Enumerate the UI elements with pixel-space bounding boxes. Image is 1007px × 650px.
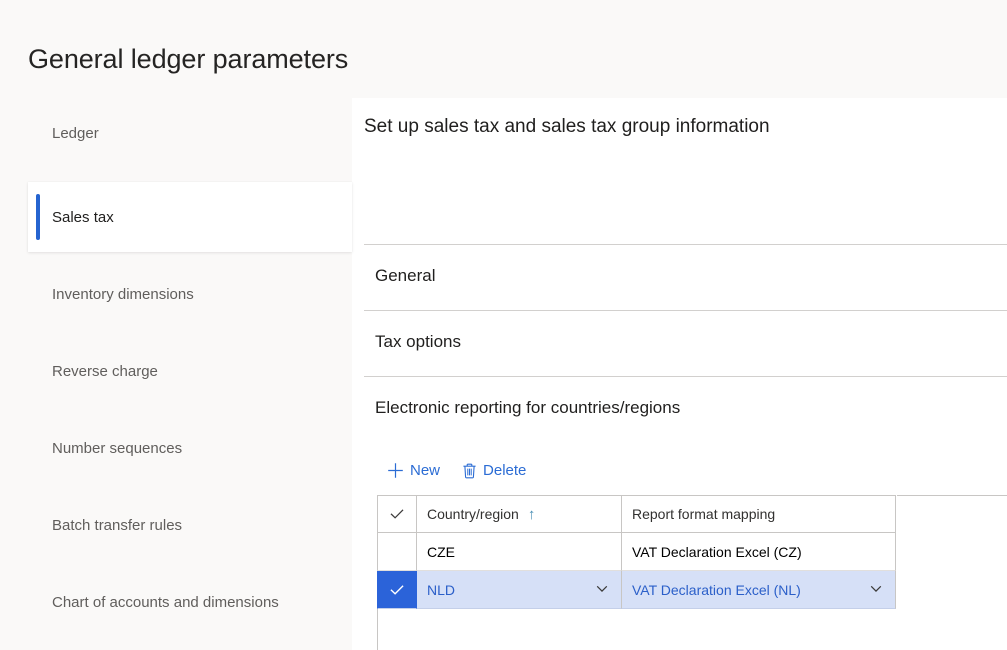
sidebar-item-label: Inventory dimensions <box>52 285 194 303</box>
page-title: General ledger parameters <box>28 44 349 74</box>
sidebar-item-label: Chart of accounts and dimensions <box>52 593 279 611</box>
main-panel: Set up sales tax and sales tax group inf… <box>352 98 1007 650</box>
sidebar-item-chart-of-accounts-and-dimensions[interactable]: Chart of accounts and dimensions <box>28 567 352 637</box>
grid-column-header-label: Report format mapping <box>632 506 776 522</box>
cell-report-format-mapping[interactable]: VAT Declaration Excel (CZ) <box>622 533 896 571</box>
row-checkbox[interactable] <box>377 533 417 571</box>
checkmark-icon <box>389 506 405 522</box>
section-tax-options[interactable]: Tax options <box>364 310 1007 376</box>
grid-body-left-edge <box>377 609 379 650</box>
chevron-down-icon[interactable] <box>595 581 609 598</box>
selected-accent-bar <box>36 194 40 240</box>
trash-icon <box>462 463 477 479</box>
table-row[interactable]: NLD VAT Declaration Excel (NL) <box>377 571 897 609</box>
cell-value: VAT Declaration Excel (NL) <box>632 581 801 598</box>
chevron-down-icon[interactable] <box>869 581 883 598</box>
sidebar-item-label: Sales tax <box>52 208 114 226</box>
grid-column-header-label: Country/region <box>427 506 519 522</box>
sidebar: Ledger Sales tax Inventory dimensions Re… <box>0 98 352 650</box>
section-general[interactable]: General <box>364 244 1007 310</box>
delete-button[interactable]: Delete <box>462 462 526 479</box>
grid-toolbar: New Delete <box>387 462 526 479</box>
select-all-checkbox[interactable] <box>377 495 417 533</box>
sort-ascending-icon: ↑ <box>527 505 536 523</box>
new-button[interactable]: New <box>387 462 440 479</box>
plus-icon <box>387 462 404 479</box>
grid-header-row: Country/region ↑ Report format mapping <box>377 495 897 533</box>
table-row[interactable]: CZE VAT Declaration Excel (CZ) <box>377 533 897 571</box>
electronic-reporting-grid: Country/region ↑ Report format mapping C… <box>377 495 897 609</box>
delete-button-label: Delete <box>483 462 527 479</box>
general-ledger-parameters-page: General ledger parameters Ledger Sales t… <box>0 0 1007 650</box>
row-checkbox[interactable] <box>377 571 417 609</box>
checkmark-icon <box>389 582 405 598</box>
sidebar-item-ledger[interactable]: Ledger <box>28 98 352 168</box>
section-electronic-reporting-title: Electronic reporting for countries/regio… <box>375 398 681 417</box>
main-panel-title: Set up sales tax and sales tax group inf… <box>364 116 770 137</box>
sidebar-item-sales-tax[interactable]: Sales tax <box>28 182 352 252</box>
cell-country-region[interactable]: NLD <box>417 571 622 609</box>
section-general-title: General <box>375 266 436 285</box>
cell-country-region[interactable]: CZE <box>417 533 622 571</box>
sidebar-item-label: Batch transfer rules <box>52 516 183 534</box>
cell-value: VAT Declaration Excel (CZ) <box>632 543 802 560</box>
sidebar-item-reverse-charge[interactable]: Reverse charge <box>28 336 352 406</box>
new-button-label: New <box>410 462 441 479</box>
grid-column-header-report-format-mapping[interactable]: Report format mapping <box>622 495 896 533</box>
section-electronic-reporting: Electronic reporting for countries/regio… <box>364 376 1007 650</box>
cell-report-format-mapping[interactable]: VAT Declaration Excel (NL) <box>622 571 896 609</box>
sidebar-item-number-sequences[interactable]: Number sequences <box>28 413 352 483</box>
sidebar-item-label: Reverse charge <box>52 362 158 380</box>
sidebar-item-batch-transfer-rules[interactable]: Batch transfer rules <box>28 490 352 560</box>
section-tax-options-title: Tax options <box>375 332 461 351</box>
grid-column-header-country-region[interactable]: Country/region ↑ <box>417 495 622 533</box>
sidebar-item-label: Number sequences <box>52 439 183 457</box>
grid-header-rule <box>897 495 1007 496</box>
sidebar-item-inventory-dimensions[interactable]: Inventory dimensions <box>28 259 352 329</box>
sidebar-item-label: Ledger <box>52 124 99 142</box>
cell-value: CZE <box>427 543 455 560</box>
cell-value: NLD <box>427 581 456 598</box>
